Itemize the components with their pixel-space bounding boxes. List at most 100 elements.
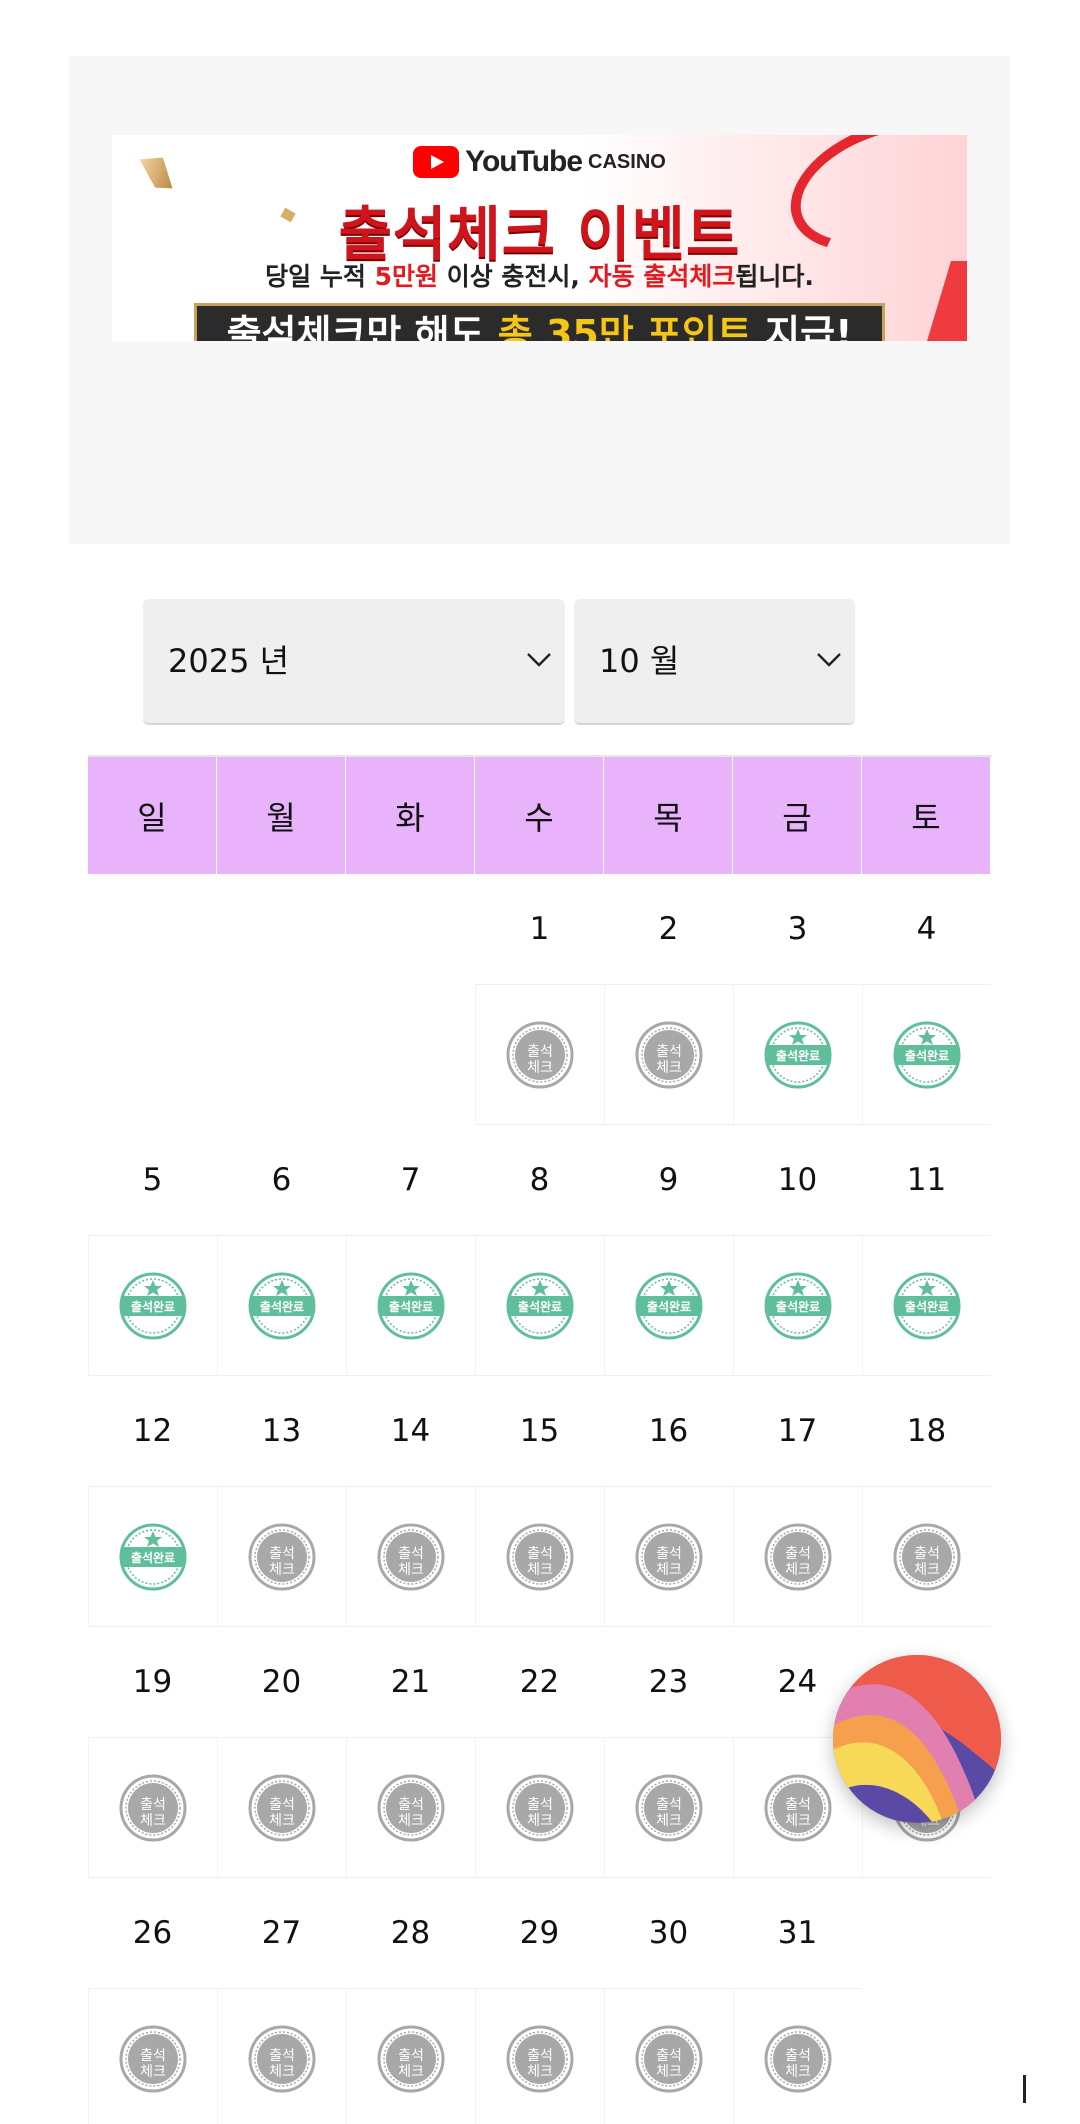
attendance-pending-stamp-icon: 출석체크 <box>635 1774 703 1841</box>
calendar-day-number[interactable]: 6 <box>217 1125 346 1236</box>
calendar-stamp-cell[interactable]: 출석완료 <box>475 1236 604 1376</box>
calendar-day-number[interactable]: 22 <box>475 1627 604 1738</box>
calendar-day-number[interactable]: 13 <box>217 1376 346 1487</box>
calendar-stamp-cell[interactable]: 출석완료 <box>733 985 862 1125</box>
calendar-stamp-cell[interactable]: 출석체크 <box>475 1487 604 1627</box>
calendar-day-number[interactable]: 3 <box>733 874 862 985</box>
attendance-pending-stamp-icon: 출석체크 <box>119 2025 187 2092</box>
calendar-stamp-cell[interactable]: 출석체크 <box>217 1738 346 1878</box>
attendance-pending-stamp-icon: 출석체크 <box>506 1523 574 1590</box>
calendar-stamp-cell[interactable]: 출석체크 <box>733 1989 862 2124</box>
attendance-pending-stamp-icon: 출석체크 <box>635 1523 703 1590</box>
strip-part: 출석체크만 해도 <box>226 312 498 341</box>
calendar-day-number[interactable]: 21 <box>346 1627 475 1738</box>
strip-part: 지급! <box>751 312 853 341</box>
calendar-day-number[interactable]: 2 <box>604 874 733 985</box>
attendance-pending-stamp-icon: 출석체크 <box>764 1774 832 1841</box>
attendance-calendar: 일월화수목금토 1 2 3 4 출석 체크 출석 체크 출석완료 출석완료 5 6 7 8 9 10 11 출석완… <box>88 755 992 2124</box>
calendar-stamp-cell[interactable]: 출석체크 <box>475 1738 604 1878</box>
calendar-stamp-cell[interactable]: 출석완료 <box>88 1236 217 1376</box>
calendar-day-number[interactable]: 17 <box>733 1376 862 1487</box>
attendance-pending-stamp-icon: 출석체크 <box>248 2025 316 2092</box>
calendar-stamp-cell[interactable]: 출석체크 <box>217 1487 346 1627</box>
calendar-stamp-cell[interactable]: 출석완료 <box>88 1487 217 1627</box>
stamp-label: 출석 <box>269 1546 295 1562</box>
calendar-day-number[interactable]: 16 <box>604 1376 733 1487</box>
month-select[interactable]: 10 월 <box>574 599 855 725</box>
calendar-stamp-cell[interactable]: 출석완료 <box>733 1236 862 1376</box>
calendar-stamp-cell[interactable]: 출석완료 <box>346 1236 475 1376</box>
calendar-stamp-cell[interactable]: 출석체크 <box>346 1487 475 1627</box>
stamp-label: 출석 <box>527 1546 553 1562</box>
calendar-day-number[interactable]: 11 <box>862 1125 991 1236</box>
calendar-day-number[interactable]: 12 <box>88 1376 217 1487</box>
calendar-day-number[interactable]: 15 <box>475 1376 604 1487</box>
calendar-stamp-cell[interactable]: 출석완료 <box>862 985 991 1125</box>
stamp-label: 체크 <box>914 1562 940 1578</box>
calendar-stamp-cell[interactable]: 출석체크 <box>604 1989 733 2124</box>
attendance-pending-stamp-icon: 출석체크 <box>506 1774 574 1841</box>
weekday-header-cell: 토 <box>862 757 991 874</box>
month-select-value: 10 월 <box>599 642 680 680</box>
stamp-label: 체크 <box>527 1813 553 1829</box>
calendar-day-number[interactable]: 4 <box>862 874 991 985</box>
calendar-stamp-cell[interactable]: 출석체크 <box>733 1487 862 1627</box>
calendar-stamp-cell[interactable]: 출석체크 <box>604 985 733 1125</box>
weekday-header-cell: 월 <box>217 757 346 874</box>
calendar-empty-cell <box>217 874 346 985</box>
calendar-day-number[interactable]: 20 <box>217 1627 346 1738</box>
calendar-stamp-cell[interactable]: 출석체크 <box>475 985 604 1125</box>
calendar-stamp-cell[interactable]: 출석완료 <box>862 1236 991 1376</box>
chevron-down-icon <box>527 653 551 667</box>
calendar-stamp-cell[interactable]: 출석체크 <box>604 1487 733 1627</box>
calendar-week: 5 6 7 8 9 10 11 출석완료 출석완료 출석완료 출석완료 출석완료 출석완료 출석완료 <box>88 1125 992 1376</box>
calendar-stamp-cell[interactable]: 출석완료 <box>217 1236 346 1376</box>
stamp-label: 체크 <box>527 1562 553 1578</box>
floating-color-button[interactable] <box>833 1655 1001 1823</box>
calendar-day-number[interactable]: 14 <box>346 1376 475 1487</box>
stamp-row: 출석 체크 출석 체크 출석완료 출석완료 <box>88 985 992 1125</box>
calendar-day-number[interactable]: 18 <box>862 1376 991 1487</box>
calendar-day-number[interactable]: 30 <box>604 1878 733 1989</box>
subtitle-part: 이상 충전시, <box>438 262 589 291</box>
weekday-header-cell: 수 <box>475 757 604 874</box>
calendar-day-number[interactable]: 7 <box>346 1125 475 1236</box>
calendar-day-number[interactable]: 8 <box>475 1125 604 1236</box>
calendar-stamp-cell[interactable]: 출석완료 <box>604 1236 733 1376</box>
weekday-header-cell: 목 <box>604 757 733 874</box>
stamp-label: 체크 <box>140 2064 166 2080</box>
attendance-done-stamp-icon: 출석완료 <box>635 1272 703 1339</box>
calendar-stamp-cell[interactable]: 출석체크 <box>346 1989 475 2124</box>
youtube-play-icon <box>413 146 460 178</box>
calendar-day-number[interactable]: 9 <box>604 1125 733 1236</box>
attendance-done-stamp-icon: 출석완료 <box>893 1021 961 1088</box>
calendar-day-number[interactable]: 23 <box>604 1627 733 1738</box>
subtitle-part: 당일 누적 <box>265 262 375 291</box>
calendar-stamp-cell[interactable]: 출석체크 <box>88 1989 217 2124</box>
calendar-day-number[interactable]: 27 <box>217 1878 346 1989</box>
calendar-stamp-cell[interactable]: 출석체크 <box>862 1487 991 1627</box>
stamp-label: 출석완료 <box>131 1550 175 1565</box>
calendar-stamp-cell[interactable]: 출석체크 <box>475 1989 604 2124</box>
calendar-stamp-cell[interactable]: 출석체크 <box>604 1738 733 1878</box>
stamp-label: 출석 <box>656 2048 682 2064</box>
weekday-header-cell: 금 <box>733 757 862 874</box>
calendar-stamp-cell[interactable]: 출석체크 <box>88 1738 217 1878</box>
calendar-day-number[interactable]: 1 <box>475 874 604 985</box>
calendar-day-number[interactable]: 10 <box>733 1125 862 1236</box>
calendar-day-number[interactable]: 26 <box>88 1878 217 1989</box>
calendar-stamp-cell[interactable]: 출석체크 <box>217 1989 346 2124</box>
stamp-label: 출석 <box>398 2048 424 2064</box>
calendar-day-number[interactable]: 31 <box>733 1878 862 1989</box>
calendar-day-number[interactable]: 19 <box>88 1627 217 1738</box>
stamp-label: 출석 <box>398 1797 424 1813</box>
attendance-pending-stamp-icon: 출석체크 <box>119 1774 187 1841</box>
calendar-day-number[interactable]: 5 <box>88 1125 217 1236</box>
year-select[interactable]: 2025 년 <box>143 599 565 725</box>
stamp-label: 출석완료 <box>776 1048 820 1063</box>
calendar-day-number[interactable]: 28 <box>346 1878 475 1989</box>
event-banner[interactable]: YouTube CASINO 출석체크 이벤트 당일 누적 5만원 이상 충전시… <box>112 135 967 341</box>
calendar-day-number[interactable]: 29 <box>475 1878 604 1989</box>
calendar-stamp-cell[interactable]: 출석체크 <box>346 1738 475 1878</box>
weekday-header-cell: 화 <box>346 757 475 874</box>
